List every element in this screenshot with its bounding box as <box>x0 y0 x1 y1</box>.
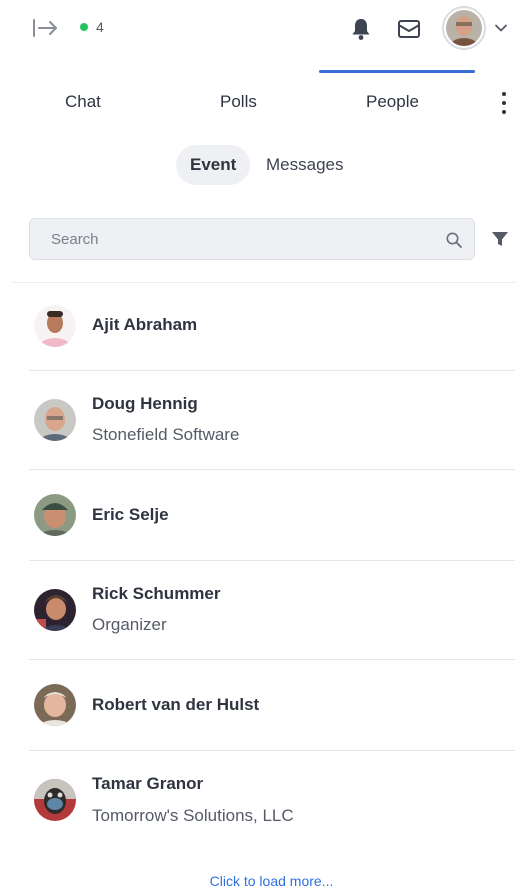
tab-chat[interactable]: Chat <box>65 92 101 112</box>
search-box <box>29 218 475 260</box>
search-input[interactable] <box>30 219 430 259</box>
collapse-panel-icon[interactable] <box>32 16 60 40</box>
avatar <box>34 399 76 441</box>
mail-icon[interactable] <box>396 16 422 42</box>
person-subtitle: Stonefield Software <box>92 425 240 444</box>
load-more-link[interactable]: Click to load more... <box>0 873 528 889</box>
person-subtitle: Organizer <box>92 615 167 634</box>
tab-people[interactable]: People <box>366 92 419 112</box>
list-item[interactable]: Rick Schummer Organizer <box>29 561 515 660</box>
avatar <box>34 779 76 821</box>
person-subtitle: Tomorrow's Solutions, LLC <box>92 806 294 825</box>
segment-event[interactable]: Event <box>176 145 251 185</box>
online-status-dot <box>80 23 88 31</box>
online-count-label: 4 <box>96 19 104 35</box>
list-item[interactable]: Eric Selje <box>29 470 515 561</box>
avatar <box>442 6 486 50</box>
avatar <box>34 589 76 631</box>
person-name: Eric Selje <box>92 505 169 524</box>
person-name: Rick Schummer <box>92 584 221 603</box>
top-bar: 4 <box>0 0 528 58</box>
list-item[interactable]: Tamar Granor Tomorrow's Solutions, LLC <box>29 751 515 850</box>
user-menu-button[interactable] <box>442 6 516 50</box>
segment-messages[interactable]: Messages <box>252 145 357 185</box>
avatar <box>34 494 76 536</box>
person-name: Doug Hennig <box>92 394 198 413</box>
filter-icon[interactable] <box>490 230 510 248</box>
active-tab-indicator <box>319 70 475 73</box>
people-list: Ajit Abraham Doug Hennig Stonefield Soft… <box>0 283 528 850</box>
main-tabs: Chat Polls People <box>0 58 528 146</box>
more-options-icon[interactable] <box>496 90 512 116</box>
person-name: Robert van der Hulst <box>92 695 260 714</box>
avatar <box>34 684 76 726</box>
online-count: 4 <box>80 19 104 35</box>
list-item[interactable]: Robert van der Hulst <box>29 660 515 751</box>
avatar <box>34 305 76 347</box>
person-name: Ajit Abraham <box>92 315 198 334</box>
person-name: Tamar Granor <box>92 774 204 793</box>
list-item[interactable]: Doug Hennig Stonefield Software <box>29 371 515 470</box>
list-item[interactable]: Ajit Abraham <box>29 283 515 371</box>
bell-icon[interactable] <box>348 16 374 42</box>
chevron-down-icon <box>495 24 507 32</box>
tab-polls[interactable]: Polls <box>220 92 257 112</box>
search-icon[interactable] <box>445 231 463 249</box>
